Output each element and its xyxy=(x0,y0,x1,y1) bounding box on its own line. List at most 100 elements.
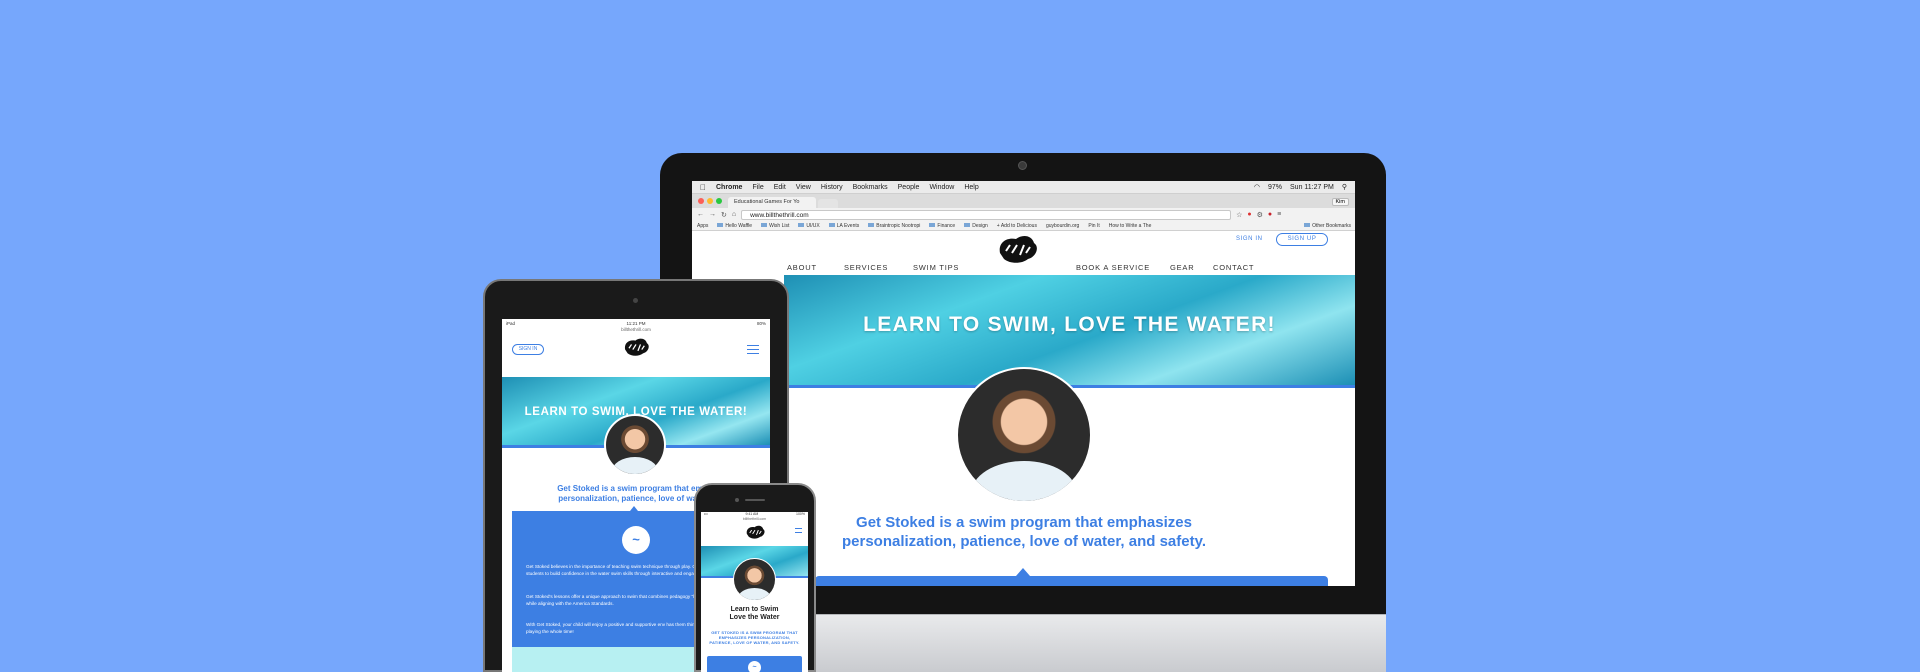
new-tab-button[interactable] xyxy=(818,199,838,208)
battery-level: 80% xyxy=(756,320,766,326)
search-icon[interactable]: ⚲ xyxy=(1342,183,1347,191)
site-header: SIGN IN xyxy=(502,334,770,377)
pinterest-icon[interactable]: ● xyxy=(1268,211,1272,218)
battery-level[interactable]: 97% xyxy=(1268,184,1282,191)
bookmark-design[interactable]: Design xyxy=(964,223,988,229)
close-window-button[interactable] xyxy=(698,198,704,204)
bookmark-finance[interactable]: Finance xyxy=(929,223,955,229)
menu-edit[interactable]: Edit xyxy=(774,184,786,191)
title-line-1: Learn to Swim xyxy=(730,606,779,613)
settings-icon[interactable]: ⚙ xyxy=(1257,211,1263,219)
bookmark-label: Finance xyxy=(937,222,956,229)
hero-title: LEARN TO SWIM, LOVE THE WATER! xyxy=(863,313,1276,336)
menu-bookmarks[interactable]: Bookmarks xyxy=(853,184,888,191)
home-icon[interactable]: ⌂ xyxy=(732,211,736,218)
hero-banner: LEARN TO SWIM, LOVE THE WATER! xyxy=(784,275,1355,385)
forward-icon[interactable]: → xyxy=(709,211,716,218)
bookmark-label: Hello Waffle xyxy=(725,222,753,229)
wifi-icon[interactable]: ◠ xyxy=(1254,183,1260,191)
menu-file[interactable]: File xyxy=(752,184,763,191)
browser-tab-strip: Educational Games For Yo Kim xyxy=(692,194,1355,208)
bookmark-label: LA Events xyxy=(836,222,860,229)
browser-tab[interactable]: Educational Games For Yo xyxy=(728,197,816,208)
menu-window[interactable]: Window xyxy=(929,184,954,191)
folder-icon xyxy=(1304,223,1311,228)
folder-icon xyxy=(929,223,936,228)
reload-icon[interactable]: ↻ xyxy=(721,211,727,219)
get-stoked-logo-icon[interactable] xyxy=(620,336,652,358)
camera-icon xyxy=(1018,161,1027,170)
swimmer-icon: ~ xyxy=(748,661,761,672)
bookmark-label: Design xyxy=(972,222,988,229)
profile-button[interactable]: Kim xyxy=(1331,198,1349,206)
folder-icon xyxy=(761,223,768,228)
info-panel xyxy=(815,576,1328,586)
menu-help[interactable]: Help xyxy=(964,184,978,191)
bookmark-hello-waffle[interactable]: Hello Waffle xyxy=(717,223,752,229)
nav-gear[interactable]: GEAR xyxy=(1170,263,1194,272)
bookmark-pin-it[interactable]: Pin It xyxy=(1088,223,1099,229)
back-icon[interactable]: ← xyxy=(697,211,704,218)
bookmark-label: Wish List xyxy=(769,222,790,229)
folder-icon xyxy=(868,223,875,228)
info-panel: ~ xyxy=(707,656,802,672)
star-icon[interactable]: ☆ xyxy=(1236,211,1242,219)
bookmark-guybourdin[interactable]: guybourdin.org xyxy=(1046,223,1079,229)
bookmark-label: Braintropic Nootropi xyxy=(876,222,921,229)
mac-menu-bar:  Chrome File Edit View History Bookmark… xyxy=(692,181,1355,194)
nav-about[interactable]: ABOUT xyxy=(787,263,817,272)
apple-icon[interactable]:  xyxy=(700,183,706,192)
sign-in-link[interactable]: SIGN IN xyxy=(1236,236,1263,242)
clock[interactable]: Sun 11:27 PM xyxy=(1290,184,1334,191)
minimize-window-button[interactable] xyxy=(707,198,713,204)
tagline: GET STOKED IS A SWIM PROGRAM THAT EMPHAS… xyxy=(709,630,800,645)
bookmark-how-to-write[interactable]: How to Write a The xyxy=(1109,223,1152,229)
bookmark-la-events[interactable]: LA Events xyxy=(828,222,860,229)
nav-contact[interactable]: CONTACT xyxy=(1213,263,1254,272)
tagline: Get Stoked is a swim program that emphas… xyxy=(832,513,1216,551)
get-stoked-logo-icon[interactable] xyxy=(992,233,1042,265)
clock: 11:21 PM xyxy=(626,320,646,326)
tagline-line-1: Get Stoked is a swim program that emphas… xyxy=(856,514,1192,531)
bookmark-delicious[interactable]: + Add to Delicious xyxy=(997,223,1037,229)
instructor-avatar xyxy=(956,367,1092,503)
sign-in-button[interactable]: SIGN IN xyxy=(512,344,544,355)
nav-services[interactable]: SERVICES xyxy=(844,263,888,272)
folder-icon xyxy=(828,223,835,228)
bookmark-apps[interactable]: Apps xyxy=(697,223,708,229)
address-bar[interactable]: www.billthethrill.com xyxy=(741,209,1232,220)
camera-icon xyxy=(735,498,739,502)
speaker-grille xyxy=(745,499,765,501)
get-stoked-logo-icon[interactable] xyxy=(743,524,767,540)
hamburger-menu-icon[interactable] xyxy=(747,345,759,354)
instructor-avatar xyxy=(604,414,666,476)
menu-icon[interactable]: ≡ xyxy=(1277,211,1281,218)
folder-icon xyxy=(798,223,805,228)
extension-icon[interactable]: ● xyxy=(1247,211,1251,218)
menu-history[interactable]: History xyxy=(821,184,843,191)
menu-chrome[interactable]: Chrome xyxy=(716,184,742,191)
browser-toolbar: ← → ↻ ⌂ www.billthethrill.com ☆ ● ⚙ ● ≡ xyxy=(692,208,1355,221)
menu-people[interactable]: People xyxy=(898,184,920,191)
address-bar[interactable]: billthethrill.com xyxy=(701,517,808,522)
nav-swim-tips[interactable]: SWIM TIPS xyxy=(913,263,959,272)
bookmarks-bar: Apps Hello Waffle Wish List UI/UX LA Eve… xyxy=(692,221,1355,231)
menu-view[interactable]: View xyxy=(796,184,811,191)
bookmark-braintropic[interactable]: Braintropic Nootropi xyxy=(868,223,920,229)
phone-screen: ••• 9:41 AM 100% billthethrill.com Learn… xyxy=(701,512,808,672)
sign-up-button[interactable]: SIGN UP xyxy=(1276,233,1328,246)
hamburger-menu-icon[interactable] xyxy=(795,528,802,533)
camera-icon xyxy=(633,298,638,303)
tablet-status-bar: iPad 11:21 PM 80% xyxy=(502,319,770,327)
folder-icon xyxy=(717,223,724,228)
zoom-window-button[interactable] xyxy=(716,198,722,204)
nav-book-a-service[interactable]: BOOK A SERVICE xyxy=(1076,263,1150,272)
site-header xyxy=(701,524,808,546)
other-bookmarks[interactable]: Other Bookmarks xyxy=(1304,223,1355,229)
bookmark-uiux[interactable]: UI/UX xyxy=(798,222,820,229)
address-bar[interactable]: billthethrill.com xyxy=(502,327,770,334)
bookmark-label: UI/UX xyxy=(806,222,820,229)
site-header: SIGN IN SIGN UP ABOUT SERVICES SWIM TIPS… xyxy=(692,231,1355,275)
bookmark-wish-list[interactable]: Wish List xyxy=(761,223,789,229)
page-title: Learn to Swim Love the Water xyxy=(701,606,808,622)
